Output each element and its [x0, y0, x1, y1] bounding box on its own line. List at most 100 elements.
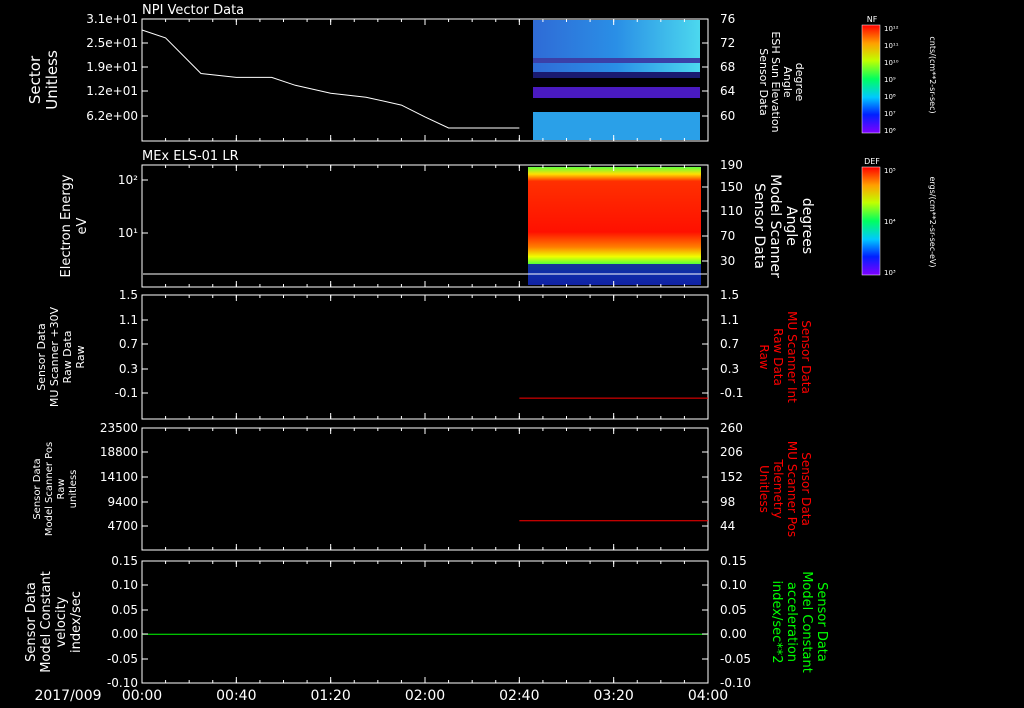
npi-black-gap: [533, 78, 700, 87]
els-title: MEx ELS-01 LR: [142, 149, 239, 164]
npi-right-label-2: ESH Sun Elevation: [769, 31, 782, 132]
mu-left-label-4: Raw: [74, 345, 87, 368]
y2-tick-label: 260: [720, 421, 743, 435]
els-colorbar-ticks: 10⁵ 10⁴ 10³: [884, 167, 896, 277]
mu-right-label-2: MU Scanner Int: [785, 311, 799, 403]
npi-bottom-band: [533, 112, 700, 140]
y2-tick-label: 0.3: [720, 362, 739, 376]
y2-tick-label: 0.10: [720, 578, 747, 592]
npi-colorbar-unit: cnts/(cm**2-sr-sec): [928, 36, 937, 113]
time-axis-labels: 00:00 00:40 01:20 02:00 02:40 03:20 04:00: [122, 688, 728, 704]
mu-right-label-1: Sensor Data: [799, 320, 813, 394]
npi-colorbar: NF 10¹² 10¹¹ 10¹⁰ 10⁹ 10⁸ 10⁷ 10⁶ cnts/(cm**2-…: [861, 15, 937, 135]
npi-band-gap-mid: [533, 72, 700, 78]
date-label: 2017/009: [34, 688, 101, 704]
y2-tick-label: -0.1: [720, 386, 743, 400]
y-tick-label: 23500: [100, 421, 138, 435]
colorbar-tick-label: 10³: [884, 269, 896, 277]
y-tick-label: 2.5e+01: [86, 36, 138, 50]
npi-right-label-3: Angle: [781, 66, 794, 98]
y2-tick-label: 0.15: [720, 554, 747, 568]
y2-tick-label: 1.5: [720, 288, 739, 302]
y-tick-label: 0.00: [111, 627, 138, 641]
npi-colorbar-ticks: 10¹² 10¹¹ 10¹⁰ 10⁹ 10⁸ 10⁷ 10⁶: [884, 25, 899, 135]
y2-tick-label: -0.10: [720, 676, 751, 690]
pos-left-label-4: unitless: [68, 470, 79, 509]
npi-sector-trace: [141, 29, 520, 129]
panel-pos: Sensor Data Model Scanner Pos Raw unitle…: [32, 427, 813, 551]
y-tick-label: 1.9e+01: [86, 60, 138, 74]
time-tick-label: 02:40: [499, 688, 539, 704]
vel-right-label-1: Sensor Data: [814, 582, 829, 662]
panel-els: MEx ELS-01 LR Electron Energy eV Sensor …: [59, 149, 815, 288]
pos-right-label-3: Telemetry: [771, 458, 785, 518]
npi-right-label-4: degree: [793, 63, 806, 102]
y-tick-label: 18800: [100, 445, 138, 459]
y2-tick-label: 0.05: [720, 603, 747, 617]
colorbar-tick-label: 10¹¹: [884, 42, 899, 50]
npi-band-gap-upper: [533, 58, 700, 63]
time-tick-label: 03:20: [593, 688, 633, 704]
npi-colorbar-title: NF: [867, 15, 878, 24]
y-tick-label: 0.05: [111, 603, 138, 617]
vel-left-label-4: index/sec: [69, 591, 84, 653]
y2-tick-label: 110: [720, 204, 743, 218]
time-tick-label: 00:40: [216, 688, 256, 704]
els-right-label-3: Angle: [783, 206, 799, 246]
y-tick-label: 0.10: [111, 578, 138, 592]
colorbar-tick-label: 10¹²: [884, 25, 899, 33]
y-tick-label: 10²: [118, 173, 138, 187]
y2-tick-label: 64: [720, 84, 735, 98]
y2-tick-label: 30: [720, 254, 735, 268]
colorbar-tick-label: 10⁵: [884, 167, 896, 175]
mu-left-label-2: MU Scanner +30V: [48, 306, 61, 407]
y2-tick-label: 0.00: [720, 627, 747, 641]
y2-tick-label: 206: [720, 445, 743, 459]
npi-title: NPI Vector Data: [142, 3, 244, 18]
mu-left-label-3: Raw Data: [61, 331, 74, 384]
y-tick-label: 14100: [100, 470, 138, 484]
y-tick-label: 0.3: [119, 362, 138, 376]
mu-left-label-1: Sensor Data: [35, 323, 48, 390]
npi-black-band: [533, 98, 700, 112]
y2-tick-label: 60: [720, 109, 735, 123]
y2-tick-label: -0.05: [720, 652, 751, 666]
y2-tick-label: 152: [720, 470, 743, 484]
els-colorbar-scale: [861, 166, 881, 276]
panel-mu-int: Sensor Data MU Scanner +30V Raw Data Raw…: [35, 294, 813, 420]
y-tick-label: 6.2e+00: [86, 109, 138, 123]
vel-frame: [141, 560, 709, 684]
y2-tick-label: 76: [720, 12, 735, 26]
mu-right-label-3: Raw Data: [771, 328, 785, 386]
plot-figure: 2017/009 00:00 00:40 01:20 02:00 02:40 03:20 0…: [24, 3, 937, 704]
vel-left-label-2: Model Constant: [39, 571, 54, 673]
y-tick-label: 0.7: [119, 337, 138, 351]
vel-left-label-1: Sensor Data: [24, 582, 39, 662]
vel-right-label-3: acceleration: [784, 582, 799, 662]
y-tick-label: 9400: [107, 495, 138, 509]
vel-right-label-2: Model Constant: [799, 571, 814, 673]
els-right-label-2: Model Scanner: [767, 174, 783, 278]
y-tick-label: 1.1: [119, 313, 138, 327]
els-colorbar-title: DEF: [864, 157, 880, 166]
pos-left-label-2: Model Scanner Pos: [44, 442, 55, 536]
vel-right-label-4: index/sec**2: [769, 580, 784, 663]
time-tick-label: 02:00: [405, 688, 445, 704]
panel-npi: NPI Vector Data Sector Unitless Sensor D…: [26, 3, 806, 142]
colorbar-tick-label: 10⁶: [884, 127, 896, 135]
y-tick-label: 4700: [107, 519, 138, 533]
panel-vel: Sensor Data Model Constant velocity inde…: [24, 560, 829, 684]
mu-int-frame: [141, 294, 709, 420]
pos-right-label-2: MU Scanner Pos: [785, 441, 799, 537]
pos-right-label-4: Unitless: [757, 465, 771, 513]
mu-right-label-4: Raw: [757, 344, 771, 369]
els-right-label-1: Sensor Data: [751, 183, 767, 269]
y2-tick-label: 72: [720, 36, 735, 50]
y-tick-label: 10¹: [118, 226, 138, 240]
els-colorbar-unit: ergs/(cm**2-sr-sec-eV): [928, 176, 937, 267]
pos-right-label-1: Sensor Data: [799, 452, 813, 526]
colorbar-tick-label: 10⁷: [884, 110, 896, 118]
vel-left-label-3: velocity: [54, 596, 69, 647]
npi-purple-band: [533, 87, 700, 98]
y-tick-label: 1.5: [119, 288, 138, 302]
